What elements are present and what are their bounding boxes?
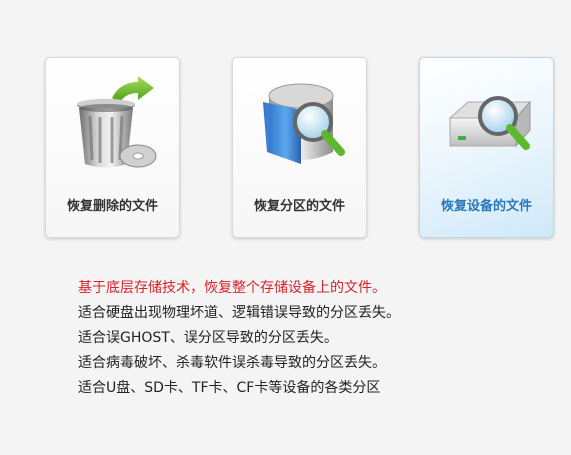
storage-device-search-icon [448, 96, 532, 150]
recover-deleted-files-label: 恢复删除的文件 [66, 199, 158, 214]
description-line: 适合U盘、SD卡、TF卡、CF卡等设备的各类分区 [78, 380, 381, 396]
recycle-bin-icon [77, 76, 157, 168]
description-line: 适合误GHOST、误分区导致的分区丢失。 [78, 330, 338, 346]
recover-device-files-label: 恢复设备的文件 [440, 199, 532, 214]
recover-device-files-card[interactable]: 恢复设备的文件 [419, 57, 554, 238]
recover-deleted-files-card[interactable]: 恢复删除的文件 [45, 57, 180, 238]
recover-partition-files-card[interactable]: 恢复分区的文件 [232, 57, 367, 238]
recover-partition-files-label: 恢复分区的文件 [253, 199, 345, 214]
description-block: 基于底层存储技术，恢复整个存储设备上的文件。 适合硬盘出现物理坏道、逻辑错误导致… [78, 276, 400, 401]
partition-disk-search-icon [263, 83, 345, 164]
description-line: 适合病毒破坏、杀毒软件误杀毒导致的分区丢失。 [78, 355, 386, 371]
description-line: 适合硬盘出现物理坏道、逻辑错误导致的分区丢失。 [78, 305, 400, 321]
description-highlight: 基于底层存储技术，恢复整个存储设备上的文件。 [78, 280, 386, 296]
